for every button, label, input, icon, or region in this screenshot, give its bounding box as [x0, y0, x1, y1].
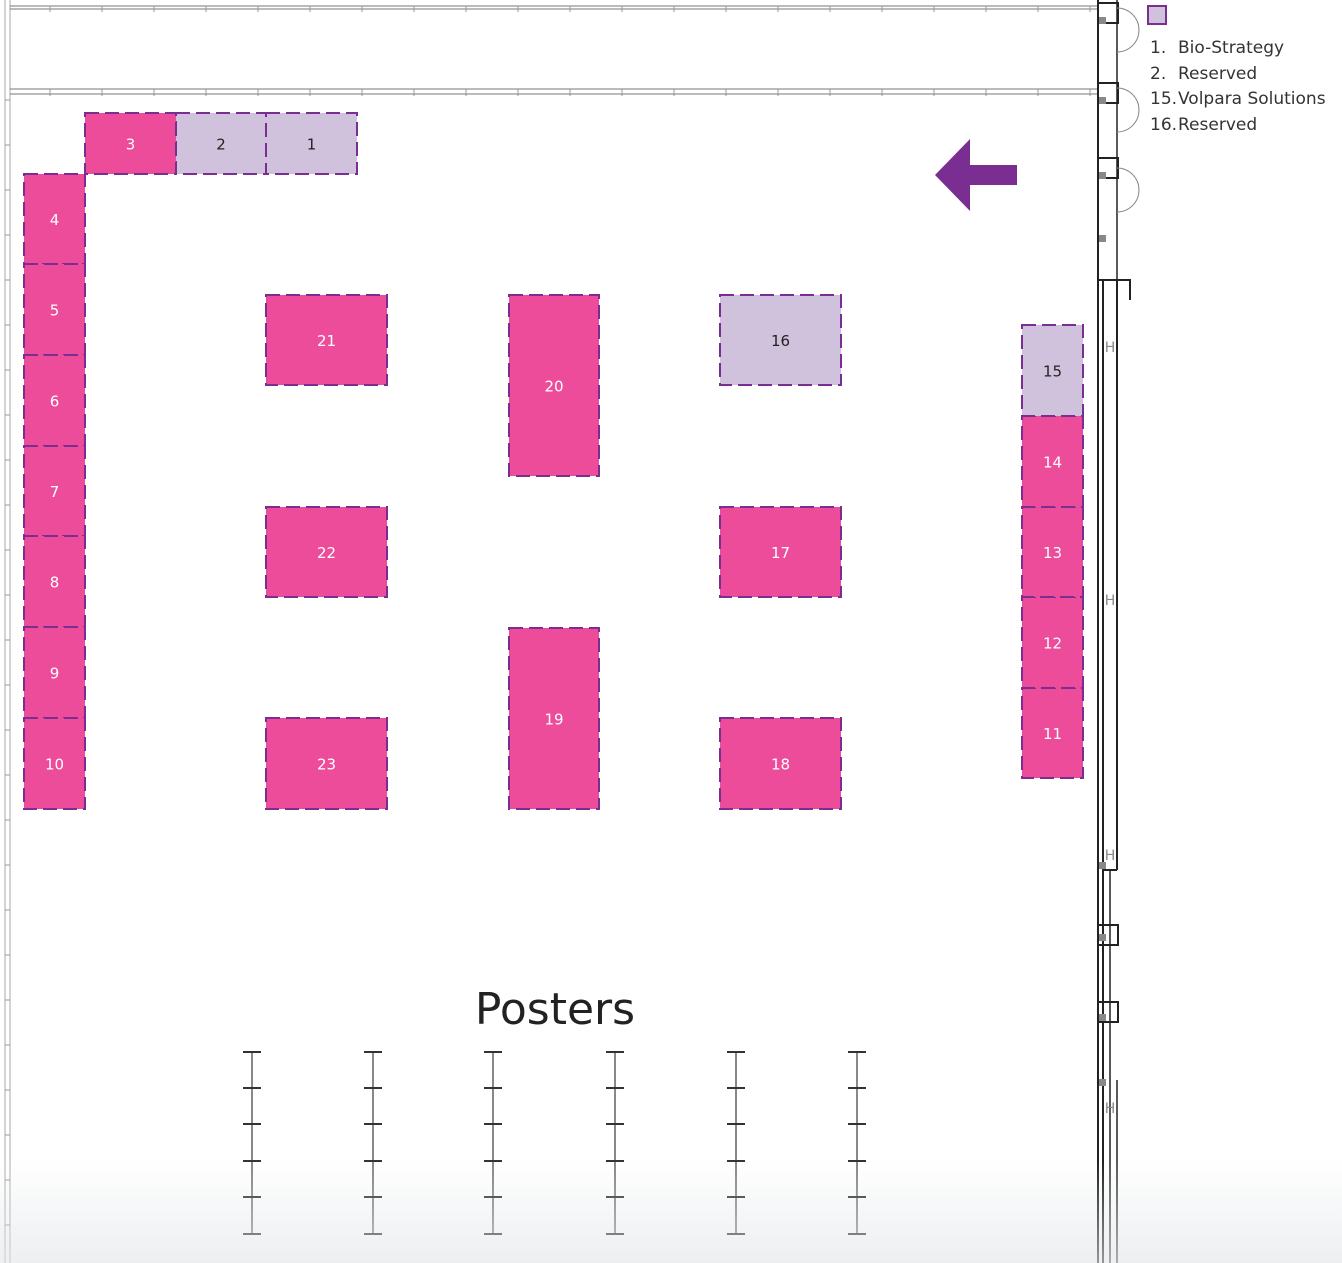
booth-5[interactable]: 5: [23, 263, 86, 356]
booth-number: 10: [45, 756, 64, 774]
floor-plan: HHHH 12345678910111213141516171819202122…: [4, 0, 1140, 1263]
legend-item-label: Volpara Solutions: [1178, 89, 1326, 109]
booth-7[interactable]: 7: [23, 445, 86, 537]
legend-item-number: 1.: [1150, 38, 1167, 58]
booth-number: 15: [1043, 363, 1062, 381]
booth-23[interactable]: 23: [265, 717, 388, 810]
booth-layer: 1234567891011121314151617181920212223: [23, 112, 1084, 810]
booth-1[interactable]: 1: [265, 112, 358, 175]
booth-8[interactable]: 8: [23, 535, 86, 628]
poster-board: [727, 1051, 745, 1235]
booth-number: 7: [50, 483, 60, 501]
svg-text:H: H: [1105, 593, 1116, 609]
booth-2[interactable]: 2: [175, 112, 267, 175]
booth-number: 16: [771, 332, 790, 350]
booth-6[interactable]: 6: [23, 354, 86, 447]
booth-18[interactable]: 18: [719, 717, 842, 810]
legend-item: 2. Reserved: [1150, 62, 1326, 88]
legend-item-number: 15.: [1150, 89, 1178, 109]
booth-number: 1: [307, 136, 317, 154]
entry-arrow-icon: [935, 139, 1017, 211]
legend-item: 16.Reserved: [1150, 113, 1326, 139]
booth-number: 8: [50, 574, 60, 592]
booth-16[interactable]: 16: [719, 294, 842, 386]
booth-12[interactable]: 12: [1021, 596, 1084, 689]
posters-title: Posters: [474, 984, 636, 1035]
booth-20[interactable]: 20: [508, 294, 600, 477]
booth-number: 22: [317, 544, 336, 562]
booth-13[interactable]: 13: [1021, 506, 1084, 598]
booth-number: 23: [317, 756, 336, 774]
legend-item-number: 16.: [1150, 114, 1178, 135]
booth-number: 2: [216, 136, 226, 154]
booth-17[interactable]: 17: [719, 506, 842, 598]
booth-number: 9: [50, 665, 60, 683]
legend-item: 15.Volpara Solutions: [1150, 87, 1326, 113]
svg-text:H: H: [1105, 340, 1116, 356]
booth-number: 6: [50, 393, 60, 411]
booth-number: 12: [1043, 635, 1062, 653]
booth-number: 17: [771, 544, 790, 562]
booth-19[interactable]: 19: [508, 627, 600, 810]
booth-9[interactable]: 9: [23, 626, 86, 719]
booth-14[interactable]: 14: [1021, 415, 1084, 508]
booth-11[interactable]: 11: [1021, 687, 1084, 779]
legend-item-label: Reserved: [1178, 114, 1258, 135]
booth-number: 4: [50, 211, 60, 229]
booth-number: 19: [544, 711, 563, 729]
poster-board: [848, 1051, 866, 1235]
booth-4[interactable]: 4: [23, 173, 86, 265]
legend-swatch: [1147, 5, 1167, 25]
poster-board: [243, 1051, 261, 1235]
booth-number: 21: [317, 332, 336, 350]
booth-15[interactable]: 15: [1021, 324, 1084, 417]
booth-3[interactable]: 3: [84, 112, 177, 175]
booth-number: 14: [1043, 454, 1062, 472]
booth-number: 11: [1043, 725, 1062, 743]
booth-10[interactable]: 10: [23, 717, 86, 810]
legend-item-label: Bio-Strategy: [1178, 38, 1285, 58]
booth-number: 20: [544, 378, 563, 396]
booth-22[interactable]: 22: [265, 506, 388, 598]
svg-text:H: H: [1105, 848, 1116, 864]
booth-21[interactable]: 21: [265, 294, 388, 386]
poster-board: [364, 1051, 382, 1235]
poster-board: [484, 1051, 502, 1235]
poster-boards: [243, 1051, 866, 1235]
legend-item-label: Reserved: [1178, 63, 1258, 84]
booth-number: 5: [50, 302, 60, 320]
poster-board: [606, 1051, 624, 1235]
legend-list: 1. Bio-Strategy 2. Reserved 15.Volpara Solut…: [1150, 36, 1326, 138]
booth-number: 13: [1043, 544, 1062, 562]
booth-number: 3: [126, 136, 136, 154]
booth-number: 18: [771, 756, 790, 774]
legend-item-number: 2.: [1150, 63, 1167, 84]
entry-arrow-layer: [935, 139, 1017, 211]
legend-item: 1. Bio-Strategy: [1150, 36, 1326, 62]
svg-text:H: H: [1105, 1101, 1116, 1117]
